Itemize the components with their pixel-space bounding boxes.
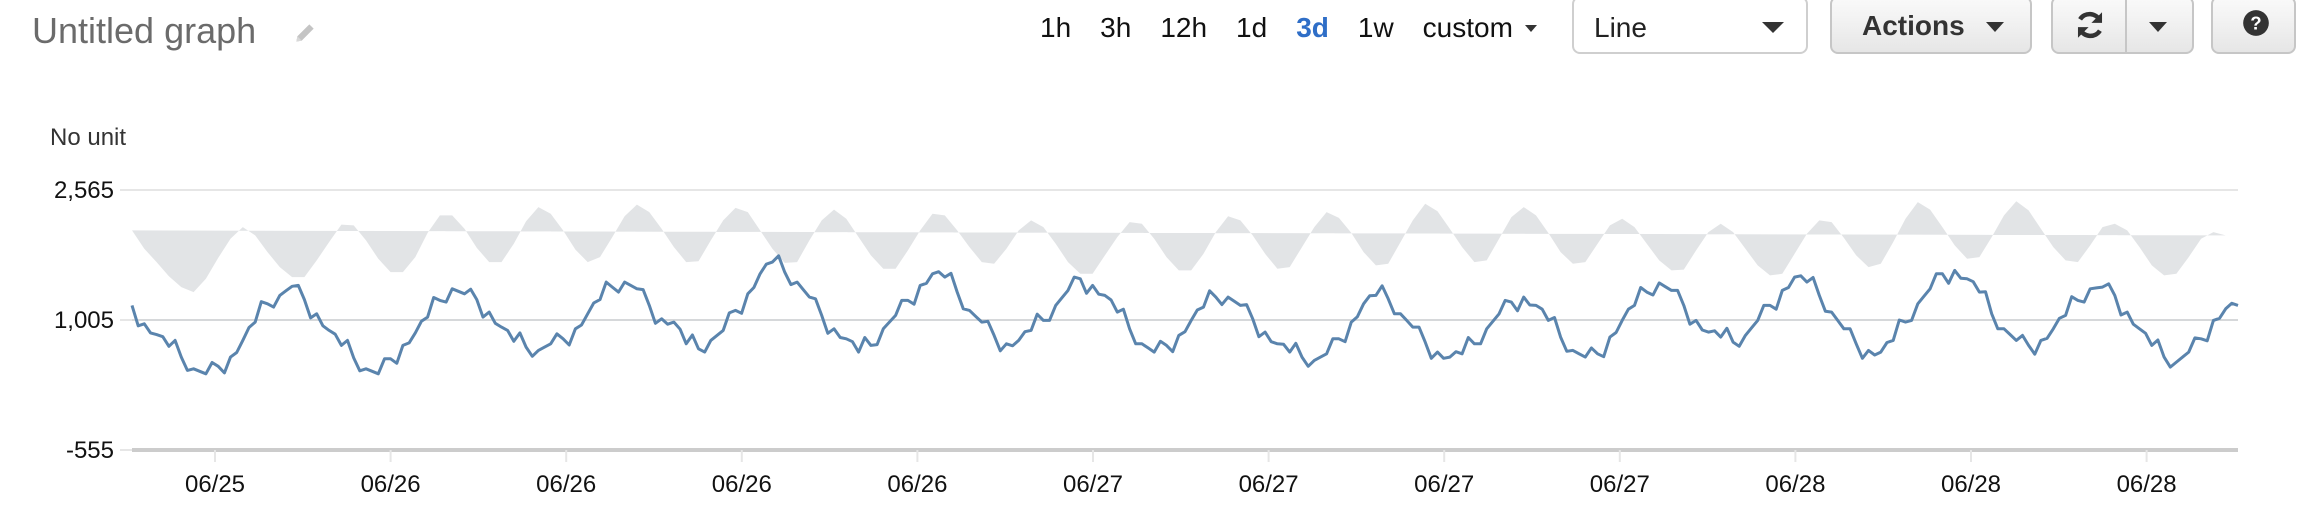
line-chart: -555 1,005 2,565 06/25 06/26 06/26 06/26 06/26… (54, 177, 2239, 498)
x-tick-label: 06/26 (361, 471, 421, 498)
y-tick-label: -555 (66, 437, 114, 464)
x-tick-label: 06/27 (1063, 471, 1123, 498)
x-tick-label: 06/28 (1941, 471, 2001, 498)
anomaly-band (132, 201, 2226, 293)
series-line (130, 254, 2239, 376)
y-tick-label: 2,565 (54, 177, 114, 204)
y-tick-label: 1,005 (54, 307, 114, 334)
x-tick-label: 06/26 (887, 471, 947, 498)
x-tick-label: 06/25 (185, 471, 245, 498)
x-tick-label: 06/27 (1414, 471, 1474, 498)
x-tick-label: 06/28 (2117, 471, 2177, 498)
x-tick-label: 06/27 (1590, 471, 1650, 498)
x-tick-label: 06/26 (536, 471, 596, 498)
x-tick-label: 06/26 (712, 471, 772, 498)
x-tick-label: 06/27 (1239, 471, 1299, 498)
x-tick-label: 06/28 (1765, 471, 1825, 498)
